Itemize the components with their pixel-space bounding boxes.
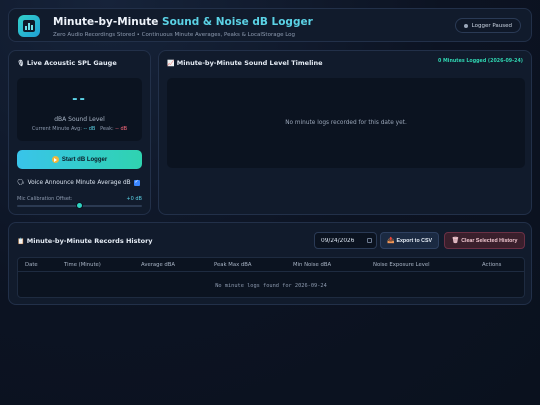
voice-announce-checkbox[interactable]: ✓ (133, 179, 140, 186)
chart-icon: 📈 (167, 60, 175, 67)
column-header-date: Date (25, 262, 38, 268)
column-header-min: Min Noise dBA (293, 262, 332, 268)
clipboard-icon: 📋 (17, 238, 25, 245)
app-logo-icon (18, 15, 40, 37)
calibration-slider-thumb[interactable] (76, 202, 83, 209)
status-dot-icon (463, 23, 468, 28)
column-header-time: Time (Minute) (64, 262, 101, 268)
minutes-logged-badge: 0 Minutes Logged (2026-09-24) (438, 59, 523, 64)
history-panel-title: 📋 Minute-by-Minute Records History (17, 237, 153, 245)
table-header: Date Time (Minute) Average dBA Peak Max … (18, 258, 524, 272)
start-logger-button[interactable]: Start dB Logger (17, 150, 142, 169)
voice-announce-row[interactable]: 🗣 Voice Announce Minute Average dB ✓ (17, 179, 140, 186)
calibration-label: Mic Calibration Offset: (17, 196, 73, 202)
export-icon: 📤 (386, 238, 395, 244)
column-header-average: Average dBA (141, 262, 176, 268)
gauge-display: -- dBA Sound Level Current Minute Avg: -… (17, 78, 142, 141)
export-csv-button[interactable]: 📤 Export to CSV (380, 232, 439, 249)
history-table: Date Time (Minute) Average dBA Peak Max … (17, 257, 525, 298)
column-header-peak: Peak Max dBA (214, 262, 252, 268)
history-empty-message: No minute logs found for 2026-09-24 (215, 283, 327, 289)
records-history-panel: 📋 Minute-by-Minute Records History 📤 Exp… (8, 222, 532, 305)
gauge-stats: Current Minute Avg: -- dB Peak: -- dB (31, 126, 128, 132)
calibration-slider[interactable] (17, 202, 142, 209)
app-subtitle: Zero Audio Recordings Stored • Continuou… (53, 32, 296, 38)
speaker-icon: 🗣 (17, 179, 25, 186)
trash-icon: 🗑 (451, 238, 460, 244)
column-header-actions: Actions (482, 262, 502, 268)
microphone-icon: 🎙 (17, 60, 25, 67)
timeline-panel-title: 📈 Minute-by-Minute Sound Level Timeline (167, 59, 323, 67)
calibration-value: +0 dB (126, 196, 142, 202)
column-header-exposure: Noise Exposure Level (373, 262, 430, 268)
play-icon (51, 156, 59, 163)
app-title: Minute-by-Minute Sound & Noise dB Logger (53, 16, 313, 28)
clear-history-button[interactable]: 🗑 Clear Selected History (444, 232, 525, 249)
timeline-empty-message: No minute logs recorded for this date ye… (285, 120, 407, 126)
app-header: Minute-by-Minute Sound & Noise dB Logger… (8, 8, 532, 42)
gauge-value: -- (72, 92, 87, 107)
logger-status-badge: Logger Paused (454, 18, 521, 33)
spl-gauge-panel: 🎙 Live Acoustic SPL Gauge -- dBA Sound L… (8, 50, 151, 215)
calendar-icon[interactable] (367, 238, 372, 243)
timeline-chart-area: No minute logs recorded for this date ye… (167, 78, 525, 168)
timeline-panel: 📈 Minute-by-Minute Sound Level Timeline … (158, 50, 532, 215)
gauge-panel-title: 🎙 Live Acoustic SPL Gauge (17, 59, 117, 67)
gauge-unit: dBA Sound Level (54, 116, 105, 123)
